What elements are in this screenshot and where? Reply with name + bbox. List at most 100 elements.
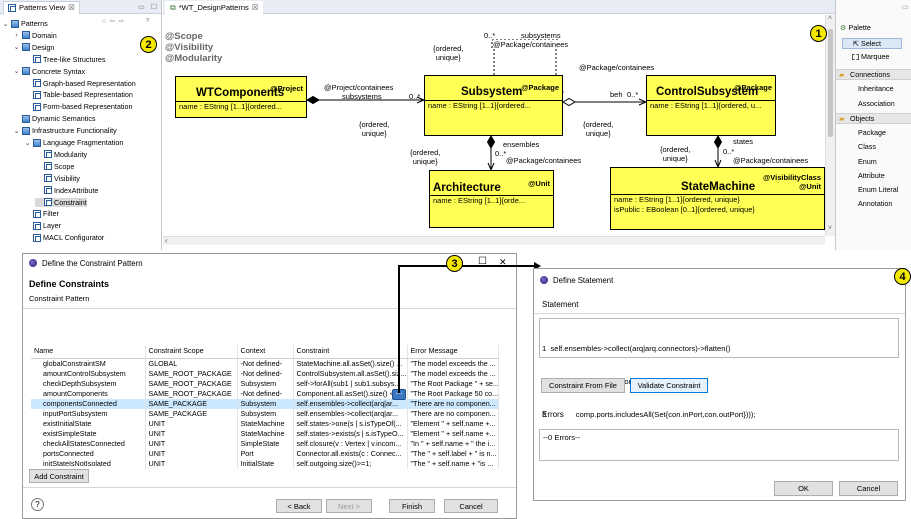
table-cell: existSimpleState	[31, 428, 146, 439]
pattern-icon	[44, 198, 52, 206]
column-header[interactable]: Constraint	[293, 345, 408, 359]
palette-item-package[interactable]: Package	[836, 128, 911, 137]
table-row[interactable]: checkDepthSubsystem SAME_ROOT_PACKAGE Subs…	[31, 378, 499, 389]
validate-constraint-button[interactable]: Validate Constraint	[630, 378, 708, 393]
close-icon[interactable]: ☒	[68, 3, 75, 12]
table-row[interactable]: componentsConnected SAME_PACKAGE Subsystem…	[31, 398, 499, 409]
scroll-up-icon[interactable]: ˄	[828, 15, 832, 22]
palette-tool-select[interactable]: ⇱ Select	[842, 38, 902, 49]
palette-item-enum[interactable]: Enum	[836, 157, 911, 166]
tab-patterns-view[interactable]: Patterns View ☒	[3, 0, 80, 14]
table-row[interactable]: globalConstraintSM GLOBAL -Not defined- Sta…	[31, 358, 499, 369]
palette-item-inheritance[interactable]: Inheritance	[836, 84, 911, 93]
tree-item[interactable]: Filter	[24, 209, 59, 218]
class-subsystem[interactable]: @Package Subsystem name : EString [1..1]…	[424, 75, 563, 136]
column-header[interactable]: Name	[31, 345, 146, 359]
class-architecture[interactable]: @Unit Architecture name : EString [1..1]…	[429, 170, 554, 228]
class-attribute[interactable]: name : EString [1..1]{ordered, unique}	[611, 195, 824, 205]
table-row[interactable]: existInitialState UNIT StateMachine self.st…	[31, 418, 499, 429]
class-attribute[interactable]: name : EString [1..1]{ordered...	[176, 102, 306, 112]
tree-item[interactable]: ⌄ Design	[13, 43, 55, 52]
back-button[interactable]: < Back	[276, 499, 322, 513]
close-icon[interactable]: ✕	[499, 257, 507, 268]
add-constraint-button[interactable]: Add Constraint	[29, 469, 89, 483]
statement-editor[interactable]: 1 self.ensembles->collect(arq|arq.connec…	[539, 318, 899, 419]
class-attribute[interactable]: name : EString [1..1]{ordered...	[425, 101, 562, 111]
dialog-heading: Define Constraints	[29, 279, 110, 289]
tree-item[interactable]: Constraint	[35, 197, 87, 207]
chevron-down-icon[interactable]: ⌄	[13, 67, 20, 75]
vertical-scrollbar[interactable]: ˄ ˅	[825, 15, 835, 236]
finish-button[interactable]: Finish	[389, 499, 435, 513]
palette-tool-marquee[interactable]: Marquee	[836, 52, 911, 61]
table-cell: self.states->one(s | s.isTypeOf(...	[293, 418, 408, 429]
tree-item-label: Constraint	[54, 197, 87, 207]
class-wtcomponents[interactable]: @Project WTComponents name : EString [1.…	[175, 76, 307, 118]
chevron-right-icon[interactable]: ›	[13, 32, 20, 39]
tree-item[interactable]: Graph-based Representation	[24, 79, 136, 88]
tree-item[interactable]: › Domain	[13, 31, 56, 40]
palette-item-class[interactable]: Class	[836, 142, 911, 151]
chevron-down-icon[interactable]: ⌄	[13, 43, 20, 51]
tree-item[interactable]: IndexAttribute	[35, 186, 98, 195]
tree-item[interactable]: Tree-like Structures	[24, 55, 105, 64]
scroll-down-icon[interactable]: ˅	[828, 225, 832, 232]
palette-minimize-icon[interactable]: ▭	[902, 3, 909, 11]
tree-item[interactable]: Visibility	[35, 174, 80, 183]
cancel-button[interactable]: Cancel	[839, 481, 898, 496]
edge-properties: {ordered, unique}	[433, 44, 464, 62]
maximize-icon[interactable]: ☐	[151, 3, 157, 11]
palette-item-association[interactable]: Association	[836, 99, 911, 108]
tree-item[interactable]: Form-based Representation	[24, 102, 133, 111]
cancel-button[interactable]: Cancel	[444, 499, 498, 513]
tree-item[interactable]: ⌄ Concrete Syntax	[13, 67, 86, 76]
help-icon[interactable]: ?	[31, 498, 44, 511]
palette-item-enum-literal[interactable]: Enum Literal	[836, 185, 911, 194]
palette-group-connections[interactable]: ▰ Connections	[836, 69, 911, 80]
back-arrow-icon[interactable]: ⇦	[109, 18, 118, 25]
chevron-down-icon[interactable]: ⌄	[13, 127, 20, 135]
constraint-from-file-button[interactable]: Constraint From File	[541, 378, 625, 393]
class-statemachine[interactable]: @VisibilityClass @Unit StateMachine name…	[610, 167, 825, 230]
palette-item-attribute[interactable]: Attribute	[836, 171, 911, 180]
table-row[interactable]: amountComponents SAME_ROOT_PACKAGE -Not de…	[31, 388, 499, 399]
column-header[interactable]: Error Message	[407, 345, 499, 359]
tree-item[interactable]: Dynamic Semantics	[13, 114, 96, 123]
table-row[interactable]: initStateIsNotIsolated UNIT InitialState se…	[31, 458, 499, 469]
palette-header[interactable]: ⚙ Palette	[836, 23, 911, 32]
forward-arrow-icon[interactable]: ⇨	[118, 18, 127, 25]
class-attribute[interactable]: name : EString [1..1]{orde...	[430, 196, 553, 206]
class-controlsubsystem[interactable]: @Package ControlSubsystem name : EString…	[646, 75, 776, 136]
class-attribute[interactable]: isPublic : EBoolean [0..1]{ordered, uniq…	[611, 205, 824, 215]
tree-item[interactable]: Layer	[24, 221, 61, 230]
chevron-down-icon[interactable]: ⌄	[2, 20, 9, 28]
table-row[interactable]: inputPortSubsystem SAME_PACKAGE Subsystem s…	[31, 408, 499, 419]
ok-button[interactable]: OK	[774, 481, 833, 496]
table-cell: checkDepthSubsystem	[31, 378, 146, 389]
table-row[interactable]: portsConnected UNIT Port Connector.all.exis…	[31, 448, 499, 459]
tree-item[interactable]: MACL Configurator	[24, 233, 104, 242]
edit-statement-icon[interactable]: ⋯	[392, 389, 406, 400]
restore-icon[interactable]: ☐	[478, 256, 487, 267]
tree-item[interactable]: Modularity	[35, 150, 87, 159]
tree-item[interactable]: Table-based Representation	[24, 90, 133, 99]
tree-item[interactable]: ⌄ Infrastructure Functionality	[13, 126, 117, 135]
tree-item[interactable]: ⌄ Language Fragmentation	[24, 138, 124, 147]
class-attribute[interactable]: name : EString [1..1]{ordered, u...	[647, 101, 775, 111]
column-header[interactable]: Constraint Scope	[145, 345, 238, 359]
scroll-thumb[interactable]	[828, 29, 833, 137]
chevron-down-icon[interactable]: ⌄	[24, 139, 31, 147]
view-menu-icon[interactable]: ▿	[146, 16, 150, 24]
tree-item[interactable]: ⌄ Patterns	[2, 19, 48, 28]
column-header[interactable]: Context	[237, 345, 294, 359]
tree-item[interactable]: Scope	[35, 162, 74, 171]
table-row[interactable]: checkAllStatesConnected UNIT SimpleState se…	[31, 438, 499, 449]
table-cell: existInitialState	[31, 418, 146, 429]
horizontal-scrollbar[interactable]: ‹	[163, 236, 825, 245]
minimize-icon[interactable]: ▭	[138, 3, 145, 11]
palette-group-objects[interactable]: ▰ Objects	[836, 113, 911, 124]
table-row[interactable]: amountControlSubsystem SAME_ROOT_PACKAGE -…	[31, 368, 499, 379]
table-row[interactable]: existSimpleState UNIT StateMachine self.sta…	[31, 428, 499, 439]
scroll-left-icon[interactable]: ‹	[165, 236, 168, 245]
palette-item-annotation[interactable]: Annotation	[836, 199, 911, 208]
